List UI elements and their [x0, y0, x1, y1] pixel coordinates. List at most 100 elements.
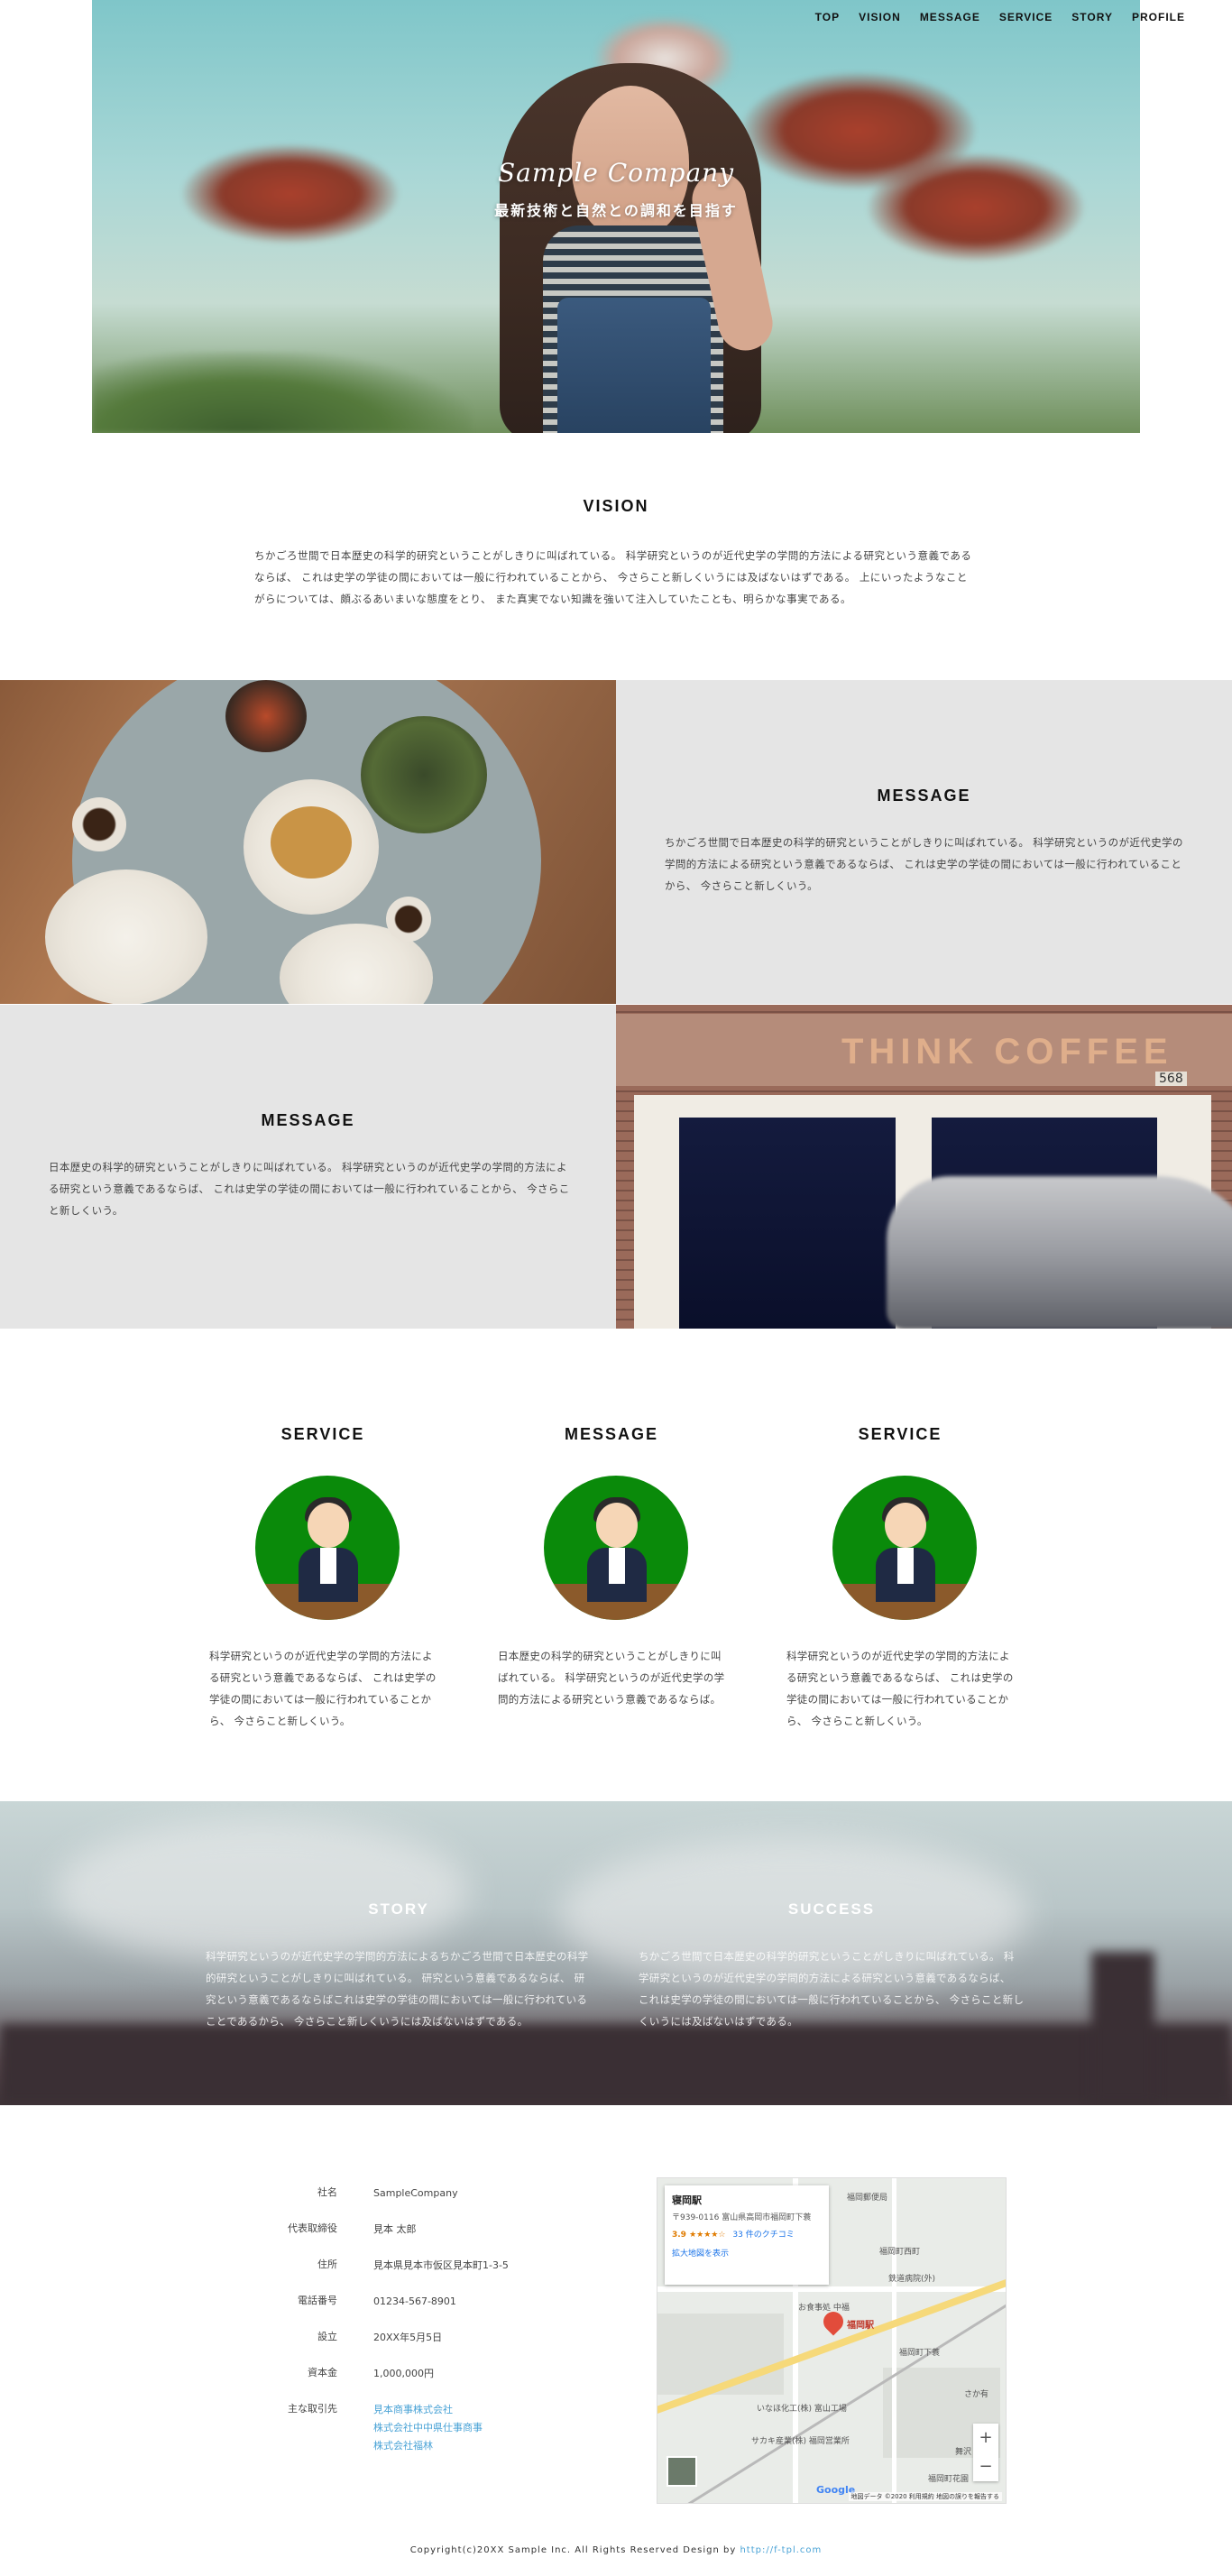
- map-label: 舞沢: [955, 2448, 972, 2457]
- profile-value: 01234-567-8901: [373, 2295, 456, 2307]
- profile-row: 設立 20XX年5月5日: [267, 2325, 556, 2361]
- food-photo-plate: [45, 869, 207, 1004]
- food-photo-coffee: [72, 797, 126, 851]
- nav-message[interactable]: MESSAGE: [920, 11, 980, 23]
- profile-key: 社名: [317, 2186, 337, 2198]
- profile-key: 資本金: [308, 2367, 337, 2378]
- service-1-text: 科学研究というのが近代史学の学問的方法による研究という意義であるならば、 これは…: [209, 1650, 437, 1727]
- nav-service[interactable]: SERVICE: [999, 11, 1053, 23]
- map-pin-label: 福岡駅: [847, 2321, 874, 2331]
- receptionist-illustration: [544, 1476, 688, 1620]
- map-infobox: 寝岡駅 〒939-0116 富山県高岡市福岡町下蓑 3.9 ★★★★☆ 33 件の…: [665, 2185, 829, 2285]
- band-city: [0, 2024, 1232, 2105]
- profile-value: 見本県見本市仮区見本町1-3-5: [373, 2259, 509, 2271]
- profile-row: 住所 見本県見本市仮区見本町1-3-5: [267, 2253, 556, 2289]
- map-label: サカキ産業(株) 福岡営業所: [751, 2437, 850, 2446]
- cafe-photo-sign: THINK COFFEE: [841, 1032, 1173, 1072]
- map-address: 〒939-0116 富山県高岡市福岡町下蓑: [672, 2213, 812, 2222]
- dealer-illustration: [832, 1476, 977, 1620]
- profile-value: 見本 太郎: [373, 2223, 417, 2235]
- service-1-title: SERVICE: [280, 1425, 365, 1443]
- food-photo-waffle: [271, 806, 352, 879]
- map-rating-stars: 3.9 ★★★★☆: [672, 2231, 726, 2240]
- map-satellite-toggle[interactable]: [667, 2456, 697, 2487]
- band-cloud: [54, 1819, 469, 1964]
- hero-title: Sample Company: [497, 158, 735, 188]
- company-profile: 社名 SampleCompany 代表取締役 見本 太郎 住所 見本県見本市仮区見本町…: [267, 2181, 556, 2470]
- story-success-band: STORY 科学研究というのが近代史学の学問的方法によるちかごろ世間で日本歴史の…: [0, 1801, 1232, 2105]
- message-2-text: 日本歴史の科学的研究ということがしきりに叫ばれている。 科学研究というのが近代史…: [49, 1161, 570, 1217]
- google-map[interactable]: 福岡駅 福岡郵便局 福岡町西町 鉄道病院(外) お食事処 中福 福岡町下蓑 いな…: [657, 2177, 1007, 2504]
- profile-value: 1,000,000円: [373, 2368, 434, 2379]
- cafe-photo-car: [887, 1176, 1232, 1329]
- profile-row-clients: 主な取引先 見本商事株式会社 株式会社中中県仕事商事 株式会社福林: [267, 2397, 556, 2470]
- profile-row: 代表取締役 見本 太郎: [267, 2217, 556, 2253]
- service-3-title: SERVICE: [858, 1425, 942, 1443]
- story-title: STORY: [368, 1900, 429, 1918]
- message-panel-2: MESSAGE 日本歴史の科学的研究ということがしきりに叫ばれている。 科学研究…: [0, 1005, 616, 1329]
- profile-row: 電話番号 01234-567-8901: [267, 2289, 556, 2325]
- service-2-text: 日本歴史の科学的研究ということがしきりに叫ばれている。 科学研究というのが近代史…: [498, 1650, 725, 1706]
- map-zoom-control: + −: [973, 2424, 998, 2481]
- service-column-3: SERVICE 科学研究というのが近代史学の学問的方法による研究という意義である…: [786, 1425, 1014, 1727]
- hero-trees: [92, 352, 471, 433]
- food-photo-coffee: [386, 897, 431, 942]
- map-label: 福岡郵便局: [847, 2194, 888, 2203]
- footer-design-link[interactable]: http://f-tpl.com: [740, 2545, 822, 2555]
- map-label: 福岡町下蓑: [899, 2349, 941, 2358]
- map-enlarge-link[interactable]: 拡大地図を表示: [672, 2247, 822, 2259]
- service-2-title: MESSAGE: [564, 1425, 659, 1443]
- profile-key: 住所: [317, 2259, 337, 2270]
- profile-key: 主な取引先: [288, 2403, 337, 2415]
- story-text: 科学研究というのが近代史学の学問的方法によるちかごろ世間で日本歴史の科学的研究と…: [206, 1950, 589, 2028]
- map-place-name: 寝岡駅: [672, 2194, 702, 2206]
- band-tower: [1091, 1952, 1154, 2105]
- message-panel-1: MESSAGE ちかごろ世間で日本歴史の科学的研究ということがしきりに叫ばれてい…: [616, 680, 1232, 1004]
- cafe-photo-number: 568: [1155, 1072, 1187, 1086]
- profile-value: SampleCompany: [373, 2187, 458, 2199]
- bartender-illustration: [255, 1476, 400, 1620]
- map-label: 福岡町花園: [928, 2475, 970, 2484]
- client-link[interactable]: 株式会社福林: [373, 2437, 483, 2455]
- nav-top[interactable]: TOP: [815, 11, 840, 23]
- message-1-text: ちかごろ世間で日本歴史の科学的研究ということがしきりに叫ばれている。 科学研究と…: [665, 836, 1183, 892]
- nav-story[interactable]: STORY: [1071, 11, 1113, 23]
- message-1-title: MESSAGE: [877, 787, 971, 805]
- cafe-photo-window: [679, 1118, 896, 1329]
- map-label: さか有: [964, 2390, 989, 2399]
- vision-text: ちかごろ世間で日本歴史の科学的研究ということがしきりに叫ばれている。 科学研究と…: [254, 549, 972, 605]
- service-column-1: SERVICE 科学研究というのが近代史学の学問的方法による研究という意義である…: [209, 1425, 437, 1727]
- map-road: [892, 2178, 896, 2503]
- footer-copyright: Copyright(c)20XX Sample Inc. All Rights …: [409, 2545, 740, 2555]
- vision-title: VISION: [583, 497, 649, 515]
- food-photo-salad: [361, 716, 487, 833]
- message-2-title: MESSAGE: [261, 1111, 355, 1129]
- hero-section: Sample Company 最新技術と自然との調和を目指す: [92, 0, 1140, 433]
- map-label: 鉄道病院(外): [888, 2275, 936, 2284]
- cafe-photo: THINK COFFEE 568: [616, 1005, 1232, 1329]
- map-label: 福岡町西町: [879, 2248, 921, 2257]
- profile-row: 資本金 1,000,000円: [267, 2361, 556, 2397]
- success-text: ちかごろ世間で日本歴史の科学的研究ということがしきりに叫ばれている。 科学研究と…: [639, 1950, 1025, 2028]
- profile-value: 20XX年5月5日: [373, 2332, 443, 2343]
- client-link[interactable]: 株式会社中中県仕事商事: [373, 2419, 483, 2437]
- zoom-in-button[interactable]: +: [973, 2424, 998, 2452]
- zoom-out-button[interactable]: −: [973, 2452, 998, 2481]
- client-link[interactable]: 見本商事株式会社: [373, 2401, 483, 2419]
- profile-key: 代表取締役: [288, 2222, 337, 2234]
- nav-vision[interactable]: VISION: [859, 11, 901, 23]
- profile-key: 電話番号: [298, 2295, 337, 2306]
- service-column-2: MESSAGE 日本歴史の科学的研究ということがしきりに叫ばれている。 科学研究…: [498, 1425, 725, 1706]
- map-road: [657, 2286, 1006, 2292]
- nav-profile[interactable]: PROFILE: [1132, 11, 1185, 23]
- map-reviews-link[interactable]: 33 件のクチコミ: [732, 2231, 794, 2240]
- hero-subtitle: 最新技術と自然との調和を目指す: [494, 202, 738, 219]
- profile-clients: 見本商事株式会社 株式会社中中県仕事商事 株式会社福林: [373, 2397, 483, 2455]
- map-attribution[interactable]: 地図データ ©2020 利用規約 地図の誤りを報告する: [848, 2492, 1002, 2501]
- profile-row: 社名 SampleCompany: [267, 2181, 556, 2217]
- success-title: SUCCESS: [787, 1900, 876, 1918]
- map-rating: 3.9 ★★★★☆ 33 件のクチコミ: [672, 2228, 822, 2240]
- map-label: お食事処 中福: [798, 2304, 850, 2313]
- food-photo: [0, 680, 616, 1004]
- hero-person-overall: [557, 298, 711, 433]
